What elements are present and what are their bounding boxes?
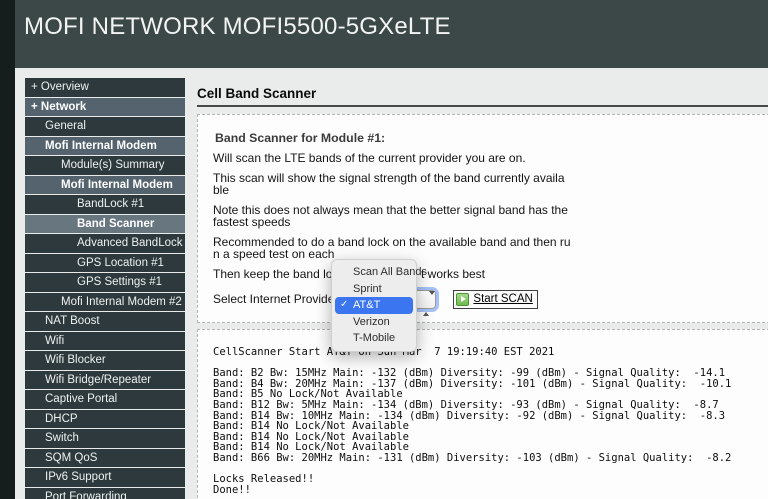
sidebar-item-switch[interactable]: Switch xyxy=(25,429,185,448)
sidebar-item-overview[interactable]: + Overview xyxy=(25,78,185,97)
sidebar-item-ipv6-support[interactable]: IPv6 Support xyxy=(25,468,185,487)
scan-controls-row: Select Internet Provider Start SCAN Scan… xyxy=(213,289,763,309)
sidebar-item-nat-boost[interactable]: NAT Boost xyxy=(25,312,185,331)
panel-paragraph: This scan will show the signal strength … xyxy=(213,172,763,197)
sidebar-item-captive-portal[interactable]: Captive Portal xyxy=(25,390,185,409)
select-chevrons-icon xyxy=(423,295,430,306)
sidebar-item-gps-settings-1[interactable]: GPS Settings #1 xyxy=(25,273,185,292)
app-header: MOFI NETWORK MOFI5500-5GXeLTE xyxy=(0,0,768,68)
start-scan-button[interactable]: Start SCAN xyxy=(453,290,537,309)
sidebar-item-module-s-summary[interactable]: Module(s) Summary xyxy=(25,156,185,175)
sidebar-item-mofi-internal-modem[interactable]: Mofi Internal Modem xyxy=(25,176,185,195)
panel-paragraph: Recommended to do a band lock on the ava… xyxy=(213,236,763,261)
sidebar-item-wifi-bridge-repeater[interactable]: Wifi Bridge/Repeater xyxy=(25,371,185,390)
scan-results-box: CellScanner Start AT&T on Sun Mar 7 19:1… xyxy=(197,329,768,499)
page-title: Cell Band Scanner xyxy=(197,86,768,105)
sidebar-item-band-scanner[interactable]: Band Scanner xyxy=(25,215,185,234)
sidebar-item-mofi-internal-modem[interactable]: Mofi Internal Modem xyxy=(25,137,185,156)
sidebar-item-port-forwarding[interactable]: Port Forwarding xyxy=(25,488,185,499)
dropdown-option-sprint[interactable]: Sprint xyxy=(332,281,416,298)
sidebar-item-advanced-bandlock[interactable]: Advanced BandLock xyxy=(25,234,185,253)
dropdown-option-t-mobile[interactable]: T-Mobile xyxy=(332,330,416,347)
sidebar-item-wifi-blocker[interactable]: Wifi Blocker xyxy=(25,351,185,370)
sidebar-item-sqm-qos[interactable]: SQM QoS xyxy=(25,449,185,468)
scan-results-text: CellScanner Start AT&T on Sun Mar 7 19:1… xyxy=(213,347,767,495)
app-title: MOFI NETWORK MOFI5500-5GXeLTE xyxy=(24,13,451,41)
checkmark-icon: ✓ xyxy=(340,297,348,314)
dropdown-option-at-t[interactable]: ✓ AT&T xyxy=(335,297,413,314)
panel-paragraph: Then keep the band loc t works best xyxy=(213,268,763,281)
band-scanner-panel: Band Scanner for Module #1: Will scan th… xyxy=(197,114,768,323)
panel-paragraph: Will scan the LTE bands of the current p… xyxy=(213,152,763,165)
sidebar: + Overview+ NetworkGeneralMofi Internal … xyxy=(25,78,185,499)
provider-dropdown-menu: Scan All Bands Sprint ✓ AT&T Verizon T-M… xyxy=(331,259,417,352)
then-line-prefix: Then keep the band loc xyxy=(213,267,338,281)
provider-select-label: Select Internet Provider xyxy=(213,292,338,306)
panel-paragraph: Note this does not always mean that the … xyxy=(213,204,763,229)
start-scan-play-icon xyxy=(456,293,469,306)
sidebar-item-network[interactable]: + Network xyxy=(25,98,185,117)
main-content: Cell Band Scanner Band Scanner for Modul… xyxy=(197,86,768,499)
title-divider xyxy=(197,105,768,107)
sidebar-item-general[interactable]: General xyxy=(25,117,185,136)
sidebar-item-dhcp[interactable]: DHCP xyxy=(25,410,185,429)
left-edge-strip xyxy=(0,0,15,499)
panel-heading: Band Scanner for Module #1: xyxy=(213,131,763,145)
dropdown-option-scan-all-bands[interactable]: Scan All Bands xyxy=(332,264,416,281)
then-line-suffix: t works best xyxy=(421,268,485,281)
sidebar-item-gps-location-1[interactable]: GPS Location #1 xyxy=(25,254,185,273)
sidebar-item-bandlock-1[interactable]: BandLock #1 xyxy=(25,195,185,214)
sidebar-item-wifi[interactable]: Wifi xyxy=(25,332,185,351)
dropdown-option-verizon[interactable]: Verizon xyxy=(332,314,416,331)
sidebar-item-mofi-internal-modem-2[interactable]: Mofi Internal Modem #2 xyxy=(25,293,185,312)
